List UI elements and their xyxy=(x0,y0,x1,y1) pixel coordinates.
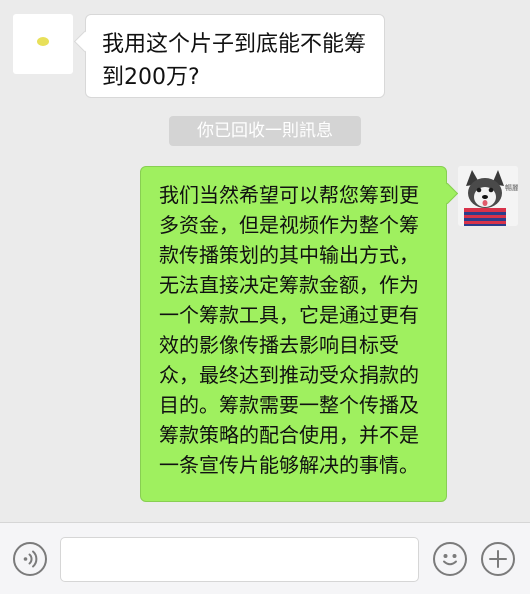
plus-icon xyxy=(489,550,507,568)
outgoing-message-text: 我们当然希望可以帮您筹到更多资金，但是视频作为整个筹款传播策划的其中输出方式，无… xyxy=(159,183,419,477)
emoji-button[interactable] xyxy=(433,542,467,576)
husky-avatar-icon: 暢麗 xyxy=(458,166,518,226)
own-avatar[interactable]: 暢麗 xyxy=(458,166,518,226)
svg-text:暢麗: 暢麗 xyxy=(505,183,518,192)
emoji-icon xyxy=(443,554,457,566)
message-text-input[interactable] xyxy=(60,537,419,582)
voice-button[interactable] xyxy=(13,542,47,576)
plus-button[interactable] xyxy=(481,542,515,576)
chat-area: 我用这个片子到底能不能筹到200万? 你已回收一則訊息 我们当然希望可以帮您筹到… xyxy=(0,0,530,522)
message-input-bar xyxy=(0,522,530,594)
incoming-message-bubble[interactable]: 我用这个片子到底能不能筹到200万? xyxy=(85,14,385,98)
outgoing-message-bubble[interactable]: 我们当然希望可以帮您筹到更多资金，但是视频作为整个筹款传播策划的其中输出方式，无… xyxy=(140,166,447,502)
voice-icon xyxy=(23,550,38,568)
recall-notice: 你已回收一則訊息 xyxy=(169,116,361,146)
sender-avatar[interactable] xyxy=(13,14,73,74)
avatar-dot-icon xyxy=(37,37,49,46)
incoming-message-text: 我用这个片子到底能不能筹到200万? xyxy=(102,32,367,90)
